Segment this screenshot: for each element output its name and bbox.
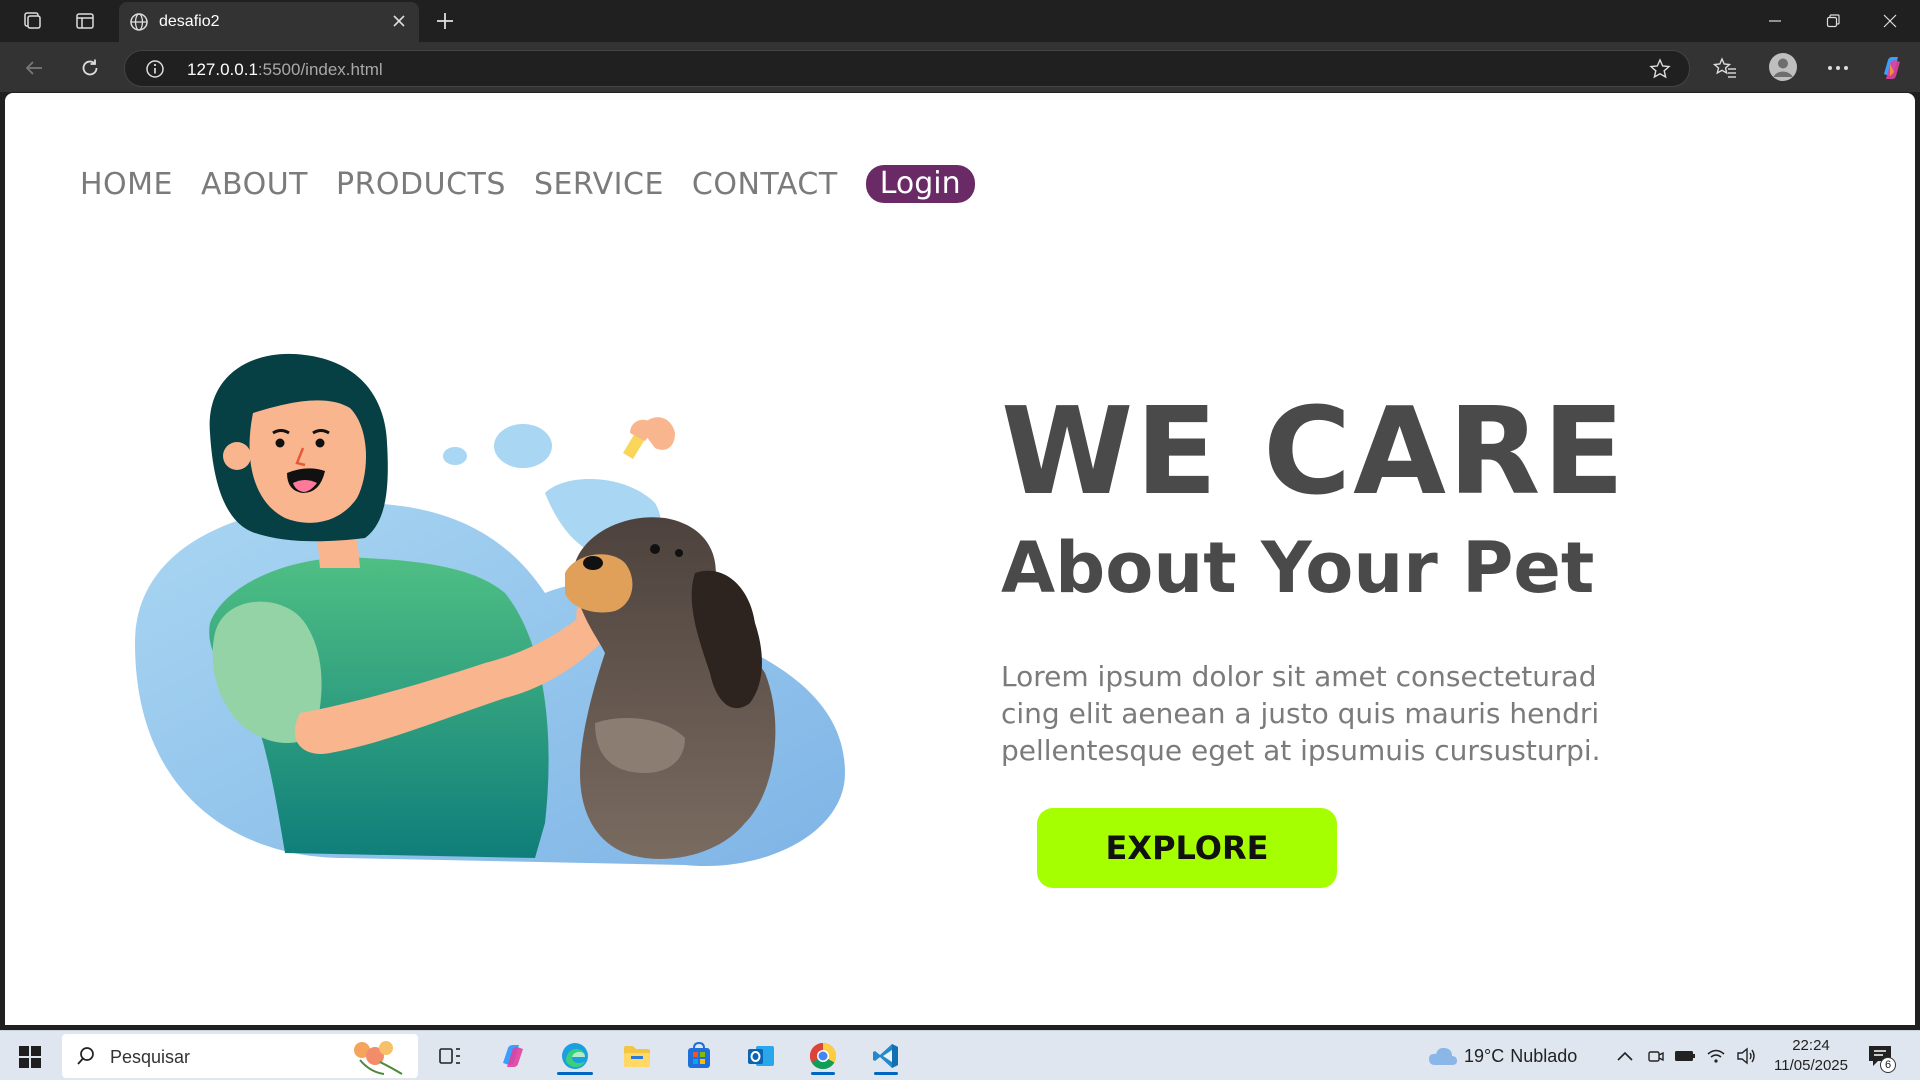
nav-about[interactable]: ABOUT bbox=[201, 167, 308, 202]
windows-taskbar: Pesquisar 19°C Nublado 22:24 11/05/2025 … bbox=[0, 1030, 1920, 1080]
login-button[interactable]: Login bbox=[865, 165, 975, 203]
back-arrow-icon[interactable] bbox=[18, 52, 50, 84]
outlook-icon[interactable] bbox=[739, 1037, 783, 1075]
hero-description-line: pellentesque eget at ipsumuis cursusturp… bbox=[1001, 734, 1601, 767]
hero-description-line: cing elit aenean a justo quis mauris hen… bbox=[1001, 697, 1600, 730]
site-nav: HOME ABOUT PRODUCTS SERVICE CONTACT Logi… bbox=[80, 165, 975, 203]
flowers-search-highlight-icon bbox=[354, 1041, 403, 1075]
battery-icon[interactable] bbox=[1674, 1045, 1696, 1067]
edge-browser-icon[interactable] bbox=[553, 1037, 597, 1075]
woman-and-dog-illustration bbox=[135, 353, 845, 867]
cloud-icon bbox=[1429, 1047, 1457, 1065]
taskbar-search[interactable]: Pesquisar bbox=[62, 1034, 418, 1078]
vscode-icon[interactable] bbox=[864, 1037, 908, 1075]
browser-titlebar: desafio2 bbox=[0, 0, 1920, 42]
bubble-small bbox=[443, 447, 467, 465]
weather-temperature: 19°C bbox=[1464, 1045, 1505, 1066]
workspaces-icon[interactable] bbox=[19, 9, 45, 33]
volume-icon[interactable] bbox=[1735, 1045, 1757, 1067]
copilot-app-icon[interactable] bbox=[491, 1037, 535, 1075]
search-placeholder: Pesquisar bbox=[110, 1047, 191, 1067]
new-tab-icon[interactable] bbox=[432, 9, 458, 33]
clock-date: 11/05/2025 bbox=[1774, 1057, 1848, 1074]
refresh-icon[interactable] bbox=[74, 52, 106, 84]
clock-time: 22:24 bbox=[1792, 1037, 1830, 1054]
hero-description: Lorem ipsum dolor sit amet consecteturad… bbox=[1001, 658, 1701, 769]
tab-actions-icon[interactable] bbox=[72, 9, 98, 33]
explore-button[interactable]: EXPLORE bbox=[1037, 808, 1337, 888]
system-clock[interactable]: 22:24 11/05/2025 bbox=[1766, 1036, 1856, 1076]
weather-widget[interactable]: 19°C Nublado bbox=[1428, 1045, 1577, 1067]
address-bar[interactable]: 127.0.0.1:5500/index.html bbox=[124, 50, 1690, 87]
browser-toolbar: 127.0.0.1:5500/index.html bbox=[0, 42, 1920, 92]
tab-title: desafio2 bbox=[159, 13, 220, 30]
minimize-icon[interactable] bbox=[1755, 8, 1795, 34]
nav-products[interactable]: PRODUCTS bbox=[336, 167, 506, 202]
profile-avatar-icon[interactable] bbox=[1766, 52, 1800, 82]
nav-home[interactable]: HOME bbox=[80, 167, 173, 202]
chevron-up-icon[interactable] bbox=[1614, 1045, 1636, 1067]
restore-icon[interactable] bbox=[1813, 8, 1853, 34]
page-viewport: HOME ABOUT PRODUCTS SERVICE CONTACT Logi… bbox=[5, 93, 1915, 1025]
copilot-icon[interactable] bbox=[1877, 54, 1907, 82]
hero-subtitle: About Your Pet bbox=[1001, 527, 1595, 609]
microsoft-store-icon[interactable] bbox=[677, 1037, 721, 1075]
globe-icon bbox=[130, 13, 148, 31]
favorites-icon[interactable] bbox=[1710, 54, 1740, 82]
windows-start-icon[interactable] bbox=[18, 1045, 42, 1069]
chrome-icon[interactable] bbox=[801, 1037, 845, 1075]
notification-count-badge: 6 bbox=[1880, 1057, 1896, 1073]
bubble-large bbox=[494, 424, 552, 468]
search-icon bbox=[77, 1047, 94, 1065]
close-tab-icon[interactable] bbox=[389, 11, 409, 31]
nav-service[interactable]: SERVICE bbox=[534, 167, 664, 202]
favorite-star-icon[interactable] bbox=[1649, 58, 1671, 80]
file-explorer-icon[interactable] bbox=[615, 1037, 659, 1075]
meet-now-icon[interactable] bbox=[1645, 1045, 1667, 1067]
hero-title: WE CARE bbox=[1001, 383, 1627, 522]
wifi-icon[interactable] bbox=[1705, 1045, 1727, 1067]
close-window-icon[interactable] bbox=[1870, 8, 1910, 34]
url-text[interactable]: 127.0.0.1:5500/index.html bbox=[187, 60, 383, 80]
task-view-icon[interactable] bbox=[428, 1037, 472, 1075]
nav-contact[interactable]: CONTACT bbox=[692, 167, 838, 202]
weather-condition: Nublado bbox=[1510, 1045, 1578, 1066]
site-info-icon[interactable] bbox=[145, 59, 165, 79]
browser-tab[interactable]: desafio2 bbox=[119, 2, 419, 42]
more-options-icon[interactable] bbox=[1823, 54, 1853, 82]
hero-description-line: Lorem ipsum dolor sit amet consecteturad bbox=[1001, 660, 1597, 693]
